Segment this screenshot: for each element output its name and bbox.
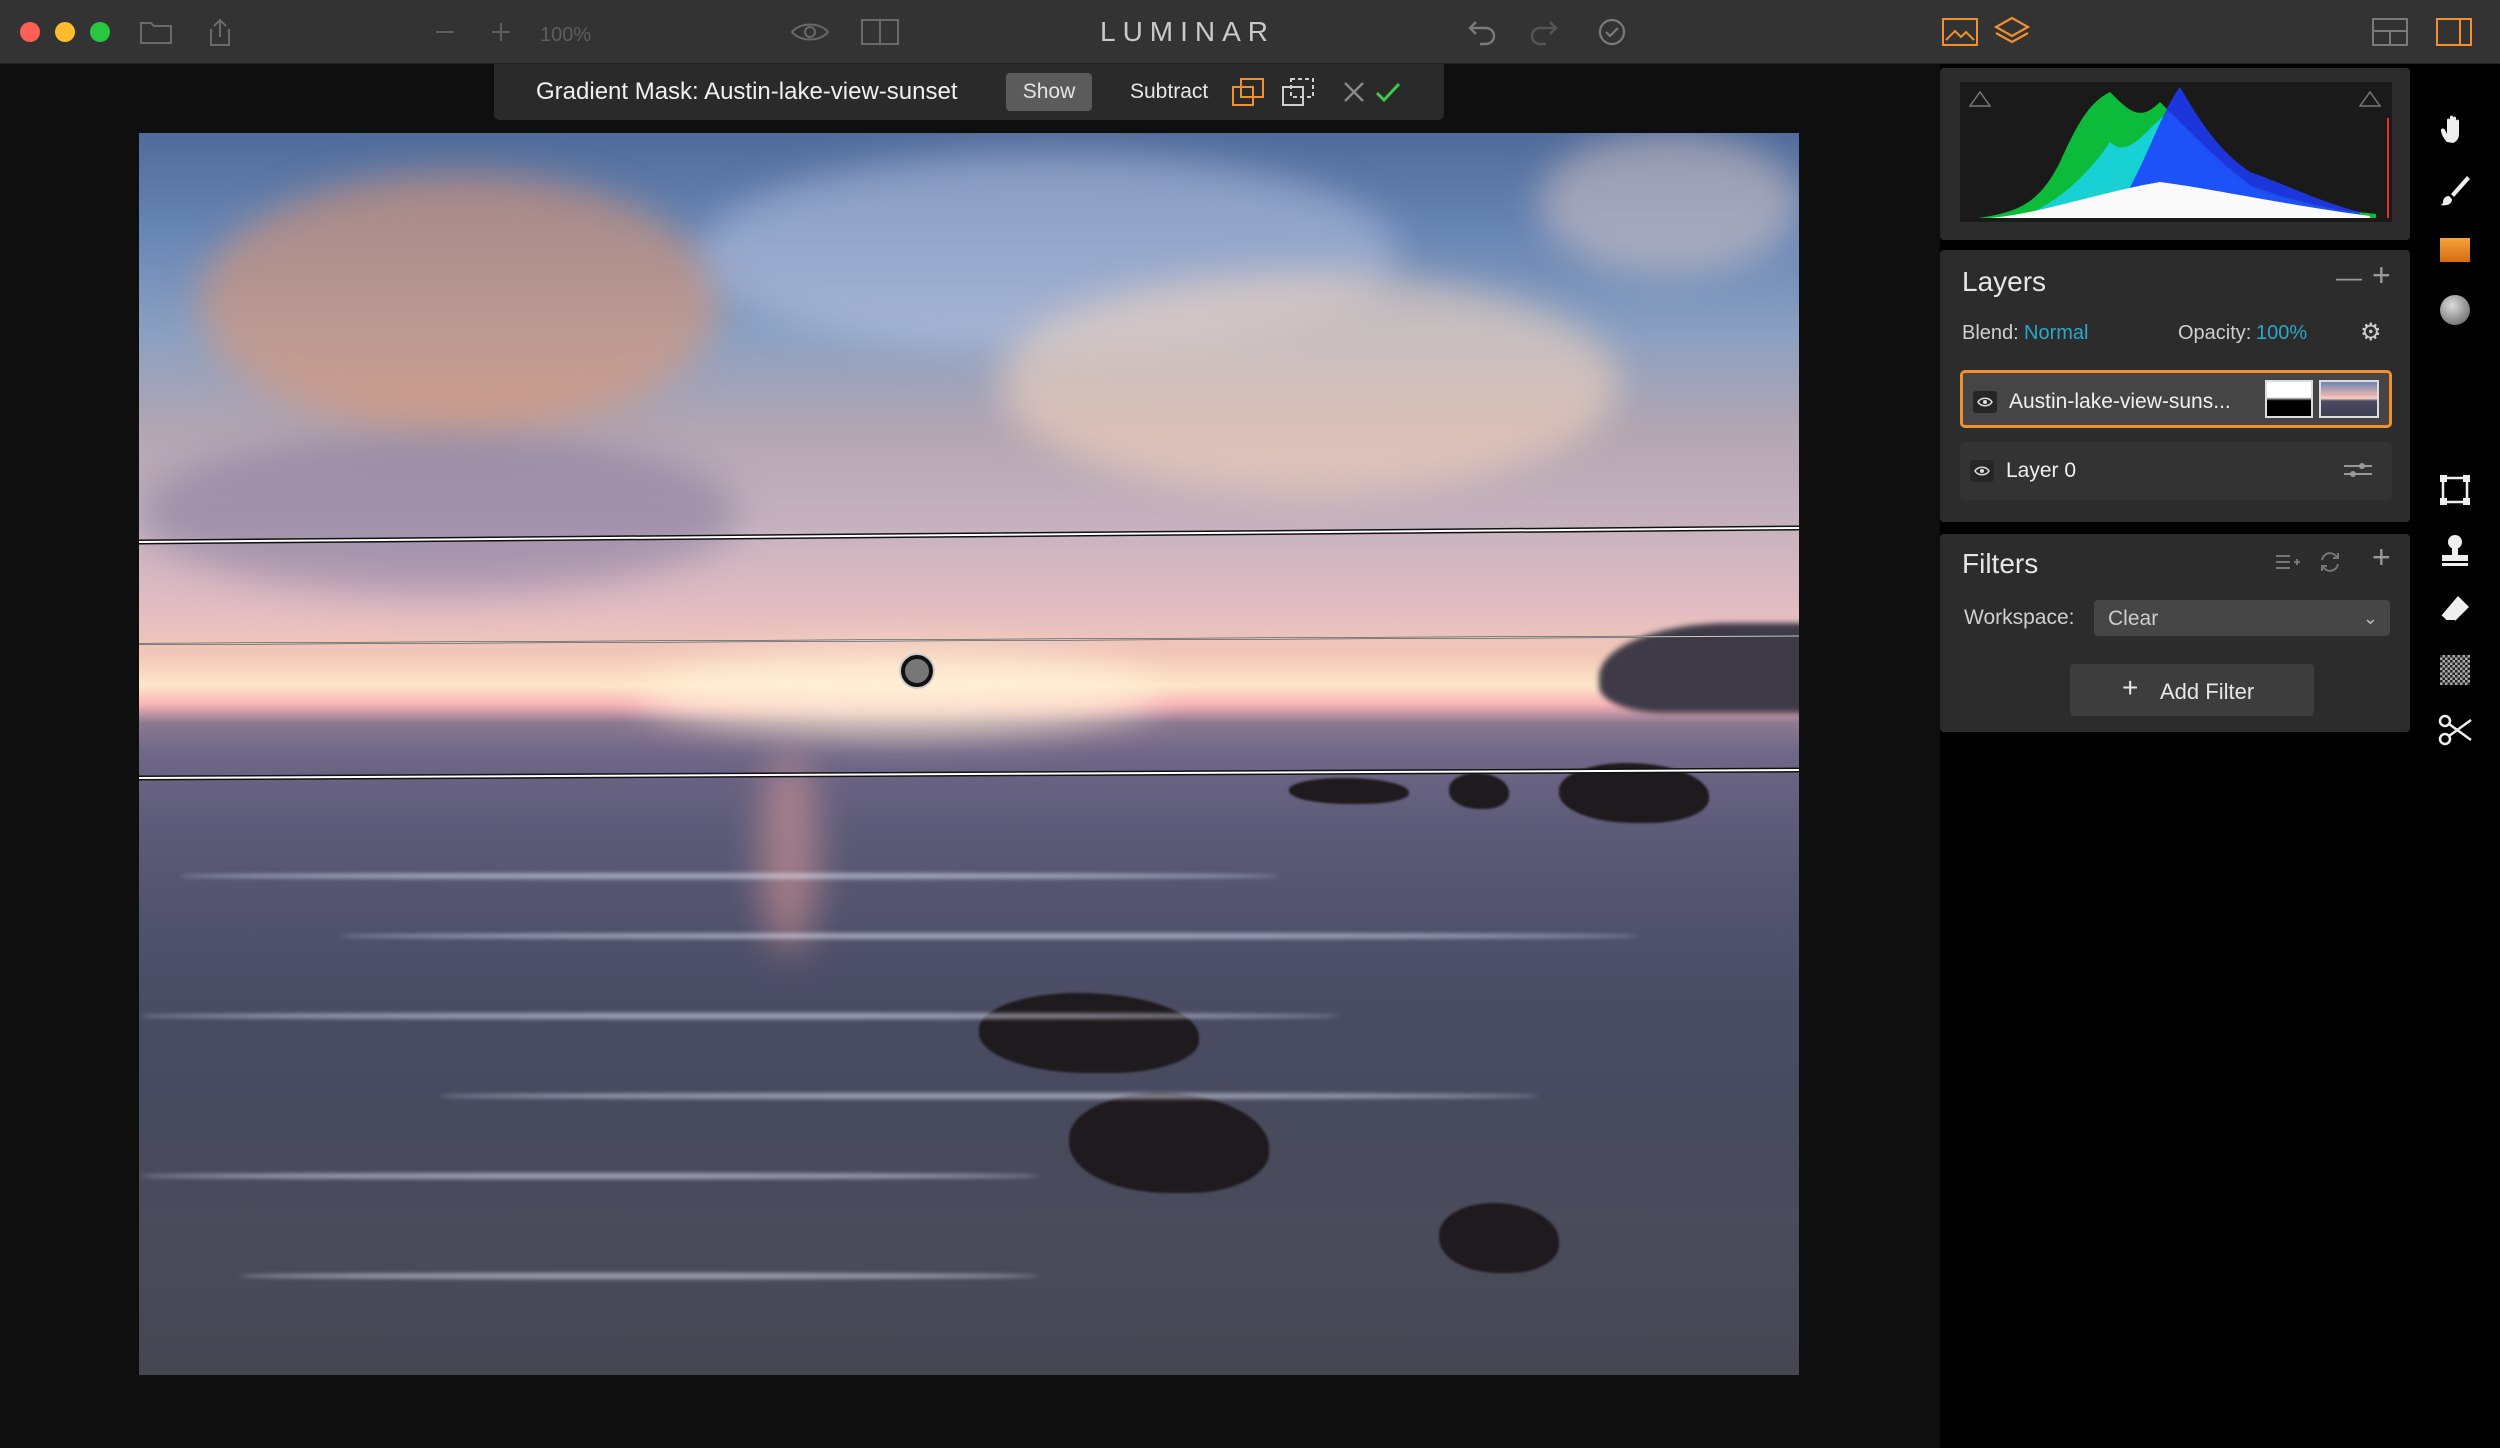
folder-icon[interactable] bbox=[136, 14, 176, 50]
gradient-top-line[interactable] bbox=[139, 458, 1799, 578]
filter-list-icon[interactable] bbox=[2274, 552, 2300, 577]
layers-toggle-icon[interactable] bbox=[1992, 14, 2032, 50]
layout-icon[interactable] bbox=[2370, 14, 2410, 50]
layer-name: Austin-lake-view-suns... bbox=[2009, 390, 2231, 413]
redo-icon[interactable] bbox=[1528, 14, 1564, 50]
right-panel: Layers — + Blend: Normal Opacity: 100% ⚙… bbox=[1940, 64, 2410, 1448]
layer-settings-gear-icon[interactable]: ⚙ bbox=[2360, 320, 2382, 346]
layer-name: Layer 0 bbox=[2006, 459, 2077, 482]
subtract-label[interactable]: Subtract bbox=[1130, 80, 1208, 104]
hand-tool-icon[interactable] bbox=[2435, 110, 2475, 150]
workspace-value: Clear bbox=[2108, 607, 2159, 630]
gradient-center-handle[interactable] bbox=[901, 655, 933, 687]
add-filter-label: Add Filter bbox=[2160, 679, 2255, 704]
show-mask-button[interactable]: Show bbox=[1006, 73, 1092, 111]
maximize-window-button[interactable] bbox=[90, 22, 110, 42]
app-brand: LUMINAR bbox=[1100, 16, 1276, 47]
workspace-dropdown[interactable]: Clear ⌄ bbox=[2094, 600, 2390, 636]
preview-eye-icon[interactable] bbox=[788, 14, 832, 50]
opacity-label: Opacity: bbox=[2178, 322, 2252, 344]
layers-panel: Layers — + Blend: Normal Opacity: 100% ⚙… bbox=[1940, 250, 2410, 522]
apply-mask-icon[interactable] bbox=[1368, 74, 1408, 110]
opacity-value[interactable]: 100% bbox=[2256, 322, 2307, 345]
minimize-window-button[interactable] bbox=[55, 22, 75, 42]
eraser-tool-icon[interactable] bbox=[2435, 590, 2475, 630]
chevron-down-icon: ⌄ bbox=[2362, 608, 2378, 628]
share-icon[interactable] bbox=[202, 14, 238, 50]
workspace-label: Workspace: bbox=[1964, 606, 2075, 629]
sidebar-toggle-icon[interactable] bbox=[2434, 14, 2474, 50]
selection-mode-icon[interactable] bbox=[1278, 74, 1318, 110]
add-layer-icon[interactable]: + bbox=[2372, 259, 2391, 291]
tool-column bbox=[2410, 64, 2500, 1448]
layer-mask-thumbnail[interactable] bbox=[2265, 380, 2313, 418]
radial-mask-tool-icon[interactable] bbox=[2435, 290, 2475, 330]
plus-icon: + bbox=[2122, 672, 2139, 703]
undo-icon[interactable] bbox=[1462, 14, 1498, 50]
zoom-out-icon[interactable] bbox=[430, 14, 460, 50]
transform-tool-icon[interactable] bbox=[2435, 470, 2475, 510]
add-filter-button[interactable]: + Add Filter bbox=[2070, 664, 2314, 716]
layer-adjust-sliders-icon[interactable] bbox=[2342, 460, 2374, 485]
top-toolbar: 100% LUMINAR bbox=[0, 0, 2500, 64]
app-window: 100% LUMINAR Gradient Mask: Austin-lake-… bbox=[0, 0, 2500, 1448]
gradient-mask-bar: Gradient Mask: Austin-lake-view-sunset S… bbox=[494, 64, 1444, 120]
blend-mode-dropdown[interactable]: Normal bbox=[2024, 322, 2088, 345]
histogram bbox=[1960, 82, 2392, 222]
add-filter-plus-icon[interactable]: + bbox=[2372, 541, 2391, 573]
layer-image-thumbnail[interactable] bbox=[2319, 380, 2379, 418]
brush-tool-icon[interactable] bbox=[2435, 170, 2475, 210]
gradient-bottom-line[interactable] bbox=[139, 734, 1799, 794]
close-window-button[interactable] bbox=[20, 22, 40, 42]
refresh-filters-icon[interactable] bbox=[2318, 550, 2342, 579]
mask-title: Gradient Mask: Austin-lake-view-sunset bbox=[536, 78, 958, 105]
image-canvas[interactable] bbox=[0, 64, 1940, 1448]
filters-panel: Filters + Workspace: Clear ⌄ + Add Filte… bbox=[1940, 534, 2410, 732]
gradient-mask-tool-icon[interactable] bbox=[2435, 230, 2475, 270]
image-info-icon[interactable] bbox=[1940, 14, 1980, 50]
blend-label: Blend: bbox=[1962, 322, 2019, 344]
visibility-eye-icon[interactable] bbox=[1970, 460, 1994, 482]
gradient-center-line[interactable] bbox=[139, 594, 1799, 654]
zoom-level[interactable]: 100% bbox=[540, 24, 591, 47]
compare-split-icon[interactable] bbox=[858, 14, 902, 50]
layers-title: Layers bbox=[1962, 266, 2047, 297]
layer-row-austin[interactable]: Austin-lake-view-suns... bbox=[1960, 370, 2392, 428]
histogram-panel bbox=[1940, 68, 2410, 240]
visibility-eye-icon[interactable] bbox=[1973, 391, 1997, 413]
zoom-in-icon[interactable] bbox=[486, 14, 516, 50]
clone-stamp-tool-icon[interactable] bbox=[2435, 530, 2475, 570]
noise-texture-tool-icon[interactable] bbox=[2435, 650, 2475, 690]
history-check-icon[interactable] bbox=[1594, 14, 1630, 50]
crop-scissors-tool-icon[interactable] bbox=[2435, 710, 2475, 750]
remove-layer-icon[interactable]: — bbox=[2336, 264, 2362, 290]
subtract-mode-icon[interactable] bbox=[1228, 74, 1268, 110]
filters-title: Filters bbox=[1962, 548, 2039, 579]
layer-row-layer-0[interactable]: Layer 0 bbox=[1960, 442, 2392, 500]
